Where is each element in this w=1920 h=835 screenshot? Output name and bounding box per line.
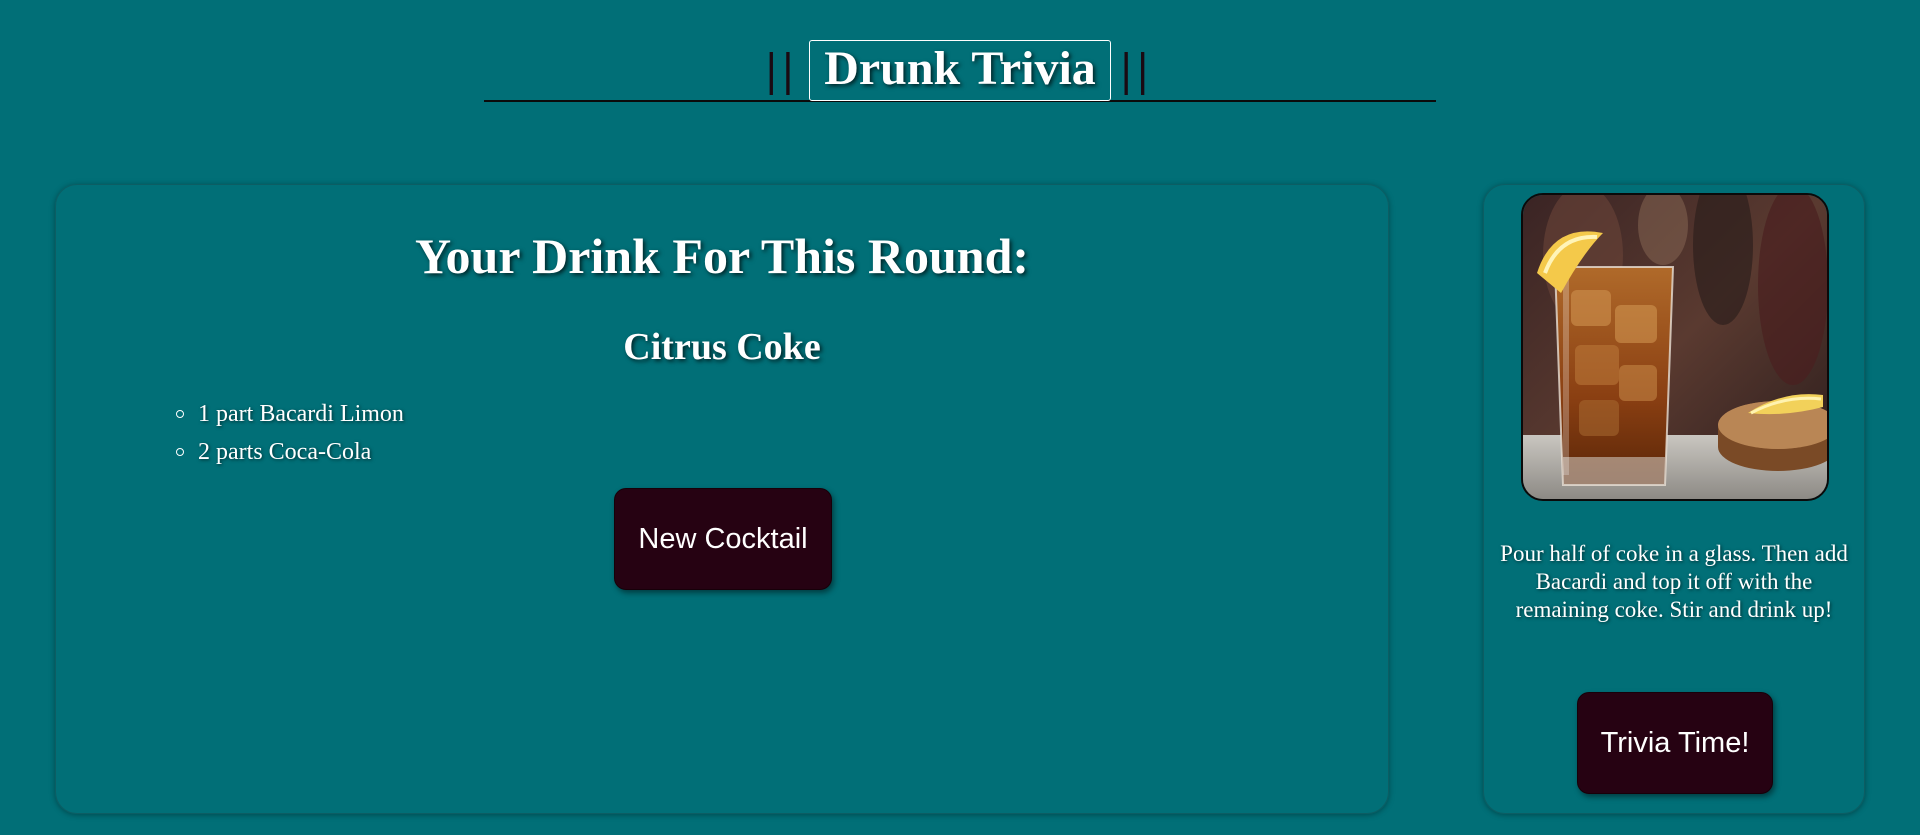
title-wrap: || Drunk Trivia ||: [0, 40, 1920, 101]
title-left-bars: ||: [766, 43, 800, 97]
ingredient-text: 1 part Bacardi Limon: [198, 401, 404, 427]
ingredient-item: 1 part Bacardi Limon: [176, 395, 404, 433]
drink-heading: Your Drink For This Round:: [414, 228, 1030, 284]
ingredient-text: 2 parts Coca-Cola: [198, 439, 372, 465]
page-title: Drunk Trivia: [809, 40, 1111, 101]
recipe-instructions: Pour half of coke in a glass. Then add B…: [1500, 541, 1848, 622]
circle-bullet-icon: [176, 410, 184, 418]
drink-photo: [1521, 193, 1829, 501]
ingredient-item: 2 parts Coca-Cola: [176, 433, 404, 471]
page-header: || Drunk Trivia ||: [0, 0, 1920, 110]
new-cocktail-button[interactable]: New Cocktail: [614, 488, 832, 590]
ingredient-list: 1 part Bacardi Limon 2 parts Coca-Cola: [176, 395, 404, 471]
drink-card: Your Drink For This Round: Citrus Coke 1…: [55, 184, 1389, 814]
circle-bullet-icon: [176, 448, 184, 456]
recipe-card: Pour half of coke in a glass. Then add B…: [1483, 184, 1865, 814]
trivia-time-button[interactable]: Trivia Time!: [1577, 692, 1773, 794]
cocktail-image: [1523, 195, 1827, 499]
title-right-bars: ||: [1120, 43, 1154, 97]
drink-name: Citrus Coke: [623, 326, 821, 368]
